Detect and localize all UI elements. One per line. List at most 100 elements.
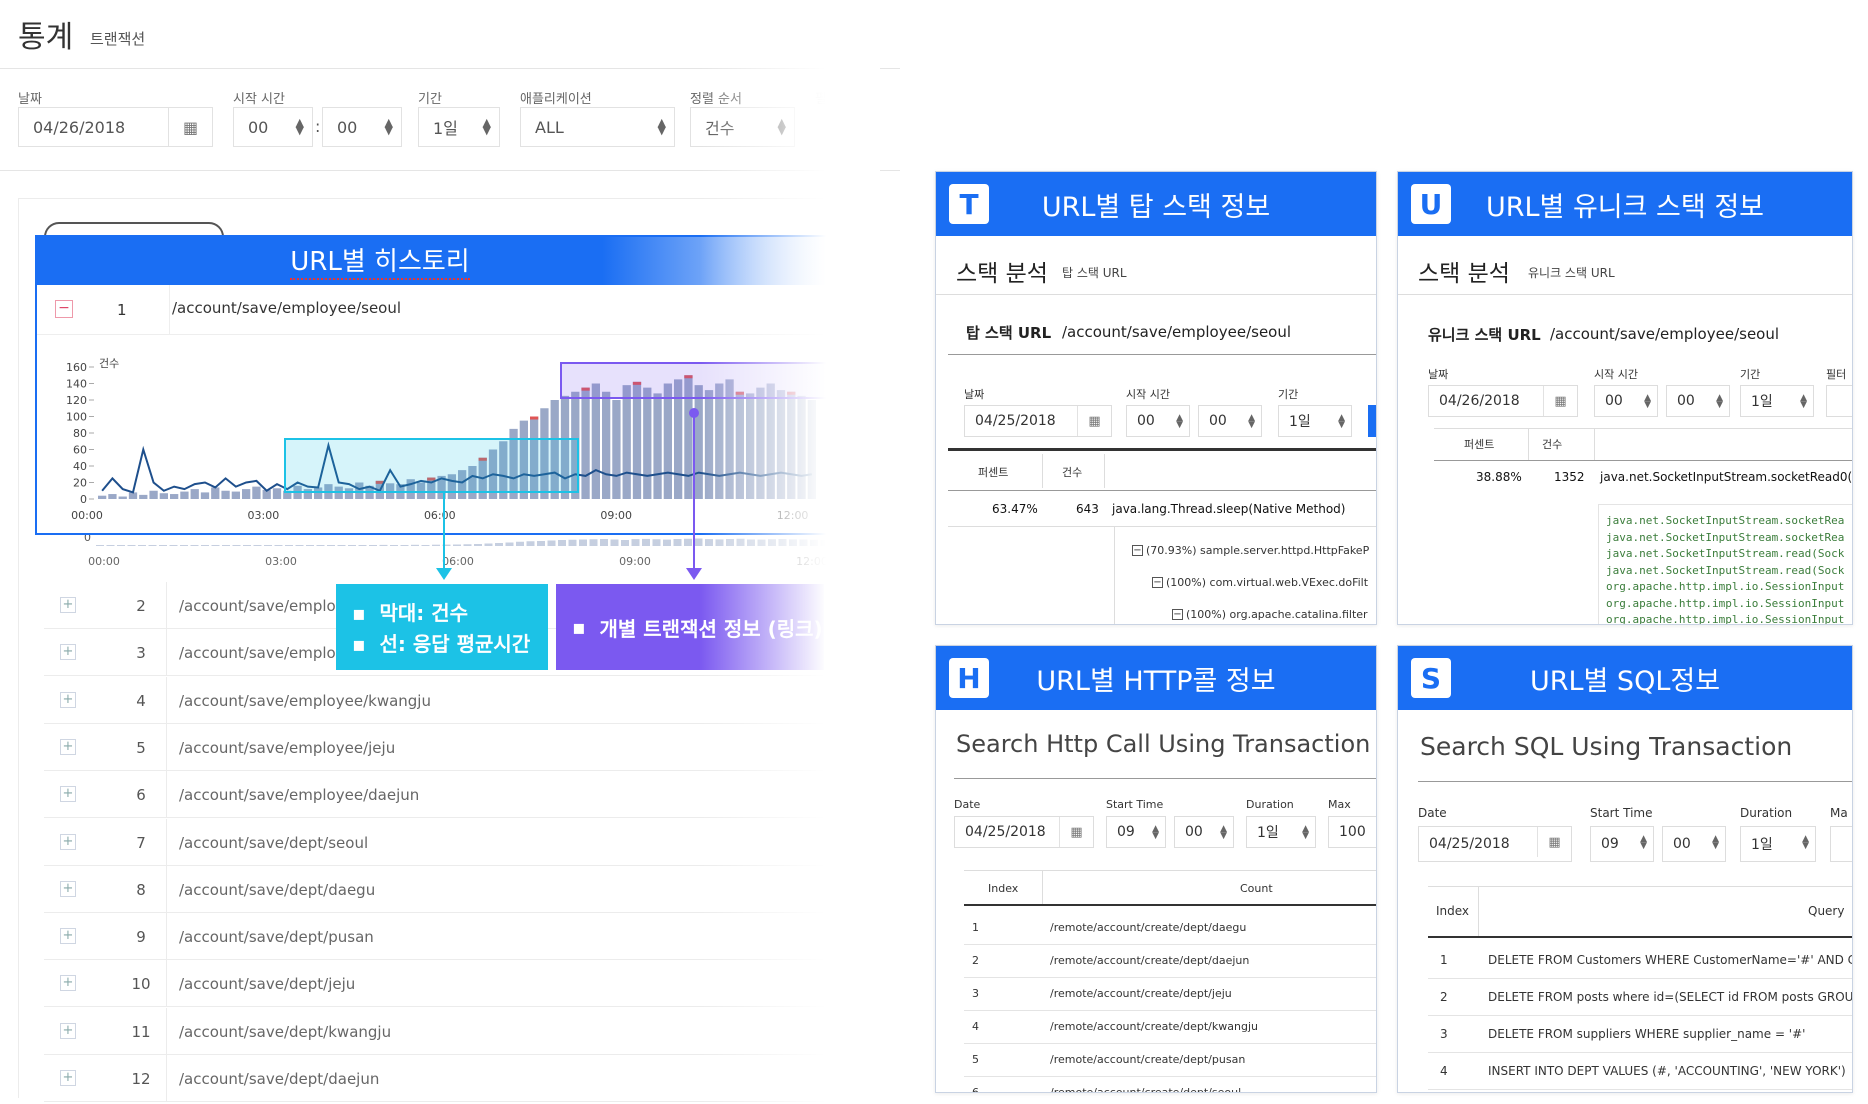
search-button[interactable]: [1368, 405, 1376, 437]
row-url[interactable]: /account/save/employee/daejun: [179, 786, 419, 804]
table-row[interactable]: 1 DELETE FROM Customers WHERE CustomerNam…: [1428, 942, 1852, 979]
histogram-bar[interactable]: [180, 491, 189, 499]
row-url[interactable]: /account/save/employee/jeju: [179, 739, 395, 757]
histogram-bar[interactable]: [98, 495, 107, 499]
histogram-bar[interactable]: [149, 490, 158, 499]
row-url[interactable]: /remote/account/create/dept/seoul: [1050, 1086, 1241, 1092]
plus-icon[interactable]: +: [60, 644, 76, 661]
row-url[interactable]: /account/save/dept/pusan: [179, 928, 374, 946]
table-row[interactable]: 2/remote/account/create/dept/daejun: [964, 945, 1376, 978]
histogram-bar[interactable]: [612, 400, 621, 499]
duration-select[interactable]: 1일 ▲ ▼: [418, 107, 500, 147]
duration-select[interactable]: 1일 ▲ ▼: [1246, 816, 1316, 848]
start-hour-select[interactable]: 00 ▲ ▼: [233, 107, 313, 147]
row-method[interactable]: java.lang.Thread.sleep(Native Method): [1112, 502, 1345, 516]
histogram-bar[interactable]: [190, 489, 199, 499]
histogram-bar[interactable]: [211, 487, 220, 499]
histogram-bar[interactable]: [221, 490, 230, 499]
row-query[interactable]: DELETE FROM Customers WHERE CustomerName…: [1488, 953, 1852, 967]
hour-select[interactable]: 09 ▲ ▼: [1106, 816, 1166, 848]
row-url[interactable]: /remote/account/create/dept/daejun: [1050, 954, 1249, 967]
histogram-bar[interactable]: [643, 387, 652, 499]
plus-icon[interactable]: +: [60, 786, 76, 803]
table-row[interactable]: 4 INSERT INTO DEPT VALUES (#, 'ACCOUNTING…: [1428, 1053, 1852, 1090]
histogram-bar[interactable]: [632, 381, 642, 499]
row-url[interactable]: /account/save/employ: [179, 644, 345, 662]
row-url[interactable]: /account/save/dept/seoul: [179, 834, 368, 852]
table-row[interactable]: 4/remote/account/create/dept/kwangju: [964, 1011, 1376, 1044]
hour-select[interactable]: 00 ▲ ▼: [1126, 405, 1190, 437]
calendar-icon[interactable]: ▦: [168, 108, 212, 146]
date-input[interactable]: 04/25/2018 ▦: [954, 816, 1094, 848]
date-input[interactable]: 04/26/2018 ▦: [18, 107, 213, 147]
histogram-bar[interactable]: [622, 385, 631, 499]
histogram-bar[interactable]: [159, 493, 168, 499]
plus-icon[interactable]: +: [60, 1022, 76, 1039]
calendar-icon[interactable]: ▦: [1537, 827, 1571, 857]
row-query[interactable]: DELETE FROM posts where id=(SELECT id FR…: [1488, 990, 1852, 1004]
table-row[interactable]: 2 DELETE FROM posts where id=(SELECT id F…: [1428, 979, 1852, 1016]
minus-icon[interactable]: −: [55, 300, 73, 318]
histogram-bar[interactable]: [170, 494, 179, 499]
minute-select[interactable]: 00 ▲ ▼: [1666, 385, 1730, 417]
plus-icon[interactable]: +: [60, 597, 76, 613]
histogram-bar[interactable]: [118, 496, 127, 499]
plus-icon[interactable]: +: [60, 691, 76, 708]
duration-select[interactable]: 1일 ▲ ▼: [1740, 826, 1816, 862]
date-input[interactable]: 04/26/2018 ▦: [1428, 385, 1578, 417]
row-url[interactable]: /account/save/dept/jeju: [179, 975, 355, 993]
histogram-bar[interactable]: [591, 383, 600, 500]
row-url[interactable]: /account/save/dept/daejun: [179, 1070, 379, 1088]
row-url[interactable]: /account/save/dept/daegu: [179, 881, 375, 899]
duration-select[interactable]: 1일 ▲ ▼: [1278, 405, 1352, 437]
histogram-bar[interactable]: [108, 494, 117, 499]
histogram-bar[interactable]: [272, 488, 282, 499]
filter-input[interactable]: [1826, 385, 1852, 417]
histogram-bar[interactable]: [581, 387, 590, 499]
row-url[interactable]: /remote/account/create/dept/kwangju: [1050, 1020, 1258, 1033]
row-query[interactable]: INSERT INTO DEPT VALUES (#, 'ACCOUNTING'…: [1488, 1064, 1846, 1078]
row-method[interactable]: java.net.SocketInputStream.socketRead0(N…: [1600, 470, 1852, 484]
calendar-icon[interactable]: ▦: [1059, 817, 1093, 847]
minute-select[interactable]: 00 ▲ ▼: [1198, 405, 1262, 437]
row-url[interactable]: /remote/account/create/dept/jeju: [1050, 987, 1232, 1000]
calendar-icon[interactable]: ▦: [1077, 406, 1111, 436]
application-select[interactable]: ALL ▲ ▼: [520, 107, 675, 147]
histogram-bar[interactable]: [252, 486, 261, 499]
date-input[interactable]: 04/25/2018 ▦: [964, 405, 1112, 437]
table-row[interactable]: 5/remote/account/create/dept/pusan: [964, 1044, 1376, 1077]
max-select[interactable]: 100: [1328, 816, 1376, 848]
stack-frame[interactable]: (100%) org.apache.catalina.filter: [1186, 608, 1368, 621]
minus-icon[interactable]: −: [1172, 609, 1183, 620]
histogram-bar[interactable]: [663, 383, 672, 500]
date-input[interactable]: 04/25/2018 ▦: [1418, 826, 1572, 862]
table-row[interactable]: 3/remote/account/create/dept/jeju: [964, 978, 1376, 1011]
histogram-bar[interactable]: [231, 491, 240, 499]
hour-select[interactable]: 00 ▲ ▼: [1594, 385, 1658, 417]
histogram-bar[interactable]: [200, 492, 210, 499]
plus-icon[interactable]: +: [60, 928, 76, 945]
row-url[interactable]: /account/save/employee/seoul: [172, 299, 401, 317]
stack-frame[interactable]: (100%) com.virtual.web.VExec.doFilt: [1166, 576, 1368, 589]
minute-select[interactable]: 00 ▲ ▼: [1174, 816, 1234, 848]
table-row[interactable]: 6/remote/account/create/dept/seoul: [964, 1077, 1376, 1092]
duration-select[interactable]: 1일 ▲ ▼: [1740, 385, 1814, 417]
max-select[interactable]: [1830, 826, 1852, 862]
calendar-icon[interactable]: ▦: [1543, 386, 1577, 416]
row-url[interactable]: /remote/account/create/dept/daegu: [1050, 921, 1246, 934]
table-row[interactable]: 1/remote/account/create/dept/daegu: [964, 912, 1376, 945]
plus-icon[interactable]: +: [60, 833, 76, 850]
histogram-bar[interactable]: [653, 393, 662, 499]
table-row[interactable]: 3 DELETE FROM suppliers WHERE supplier_na…: [1428, 1016, 1852, 1053]
minus-icon[interactable]: −: [1132, 545, 1143, 556]
histogram-bar[interactable]: [242, 489, 251, 499]
histogram-bar[interactable]: [139, 494, 148, 499]
row-url[interactable]: /remote/account/create/dept/pusan: [1050, 1053, 1245, 1066]
histogram-bar[interactable]: [602, 391, 611, 499]
plus-icon[interactable]: +: [60, 880, 76, 897]
hour-select[interactable]: 09 ▲ ▼: [1590, 826, 1654, 862]
plus-icon[interactable]: +: [60, 975, 76, 992]
row-url[interactable]: /account/save/dept/kwangju: [179, 1023, 391, 1041]
plus-icon[interactable]: +: [60, 1070, 76, 1086]
start-minute-select[interactable]: 00 ▲ ▼: [322, 107, 402, 147]
